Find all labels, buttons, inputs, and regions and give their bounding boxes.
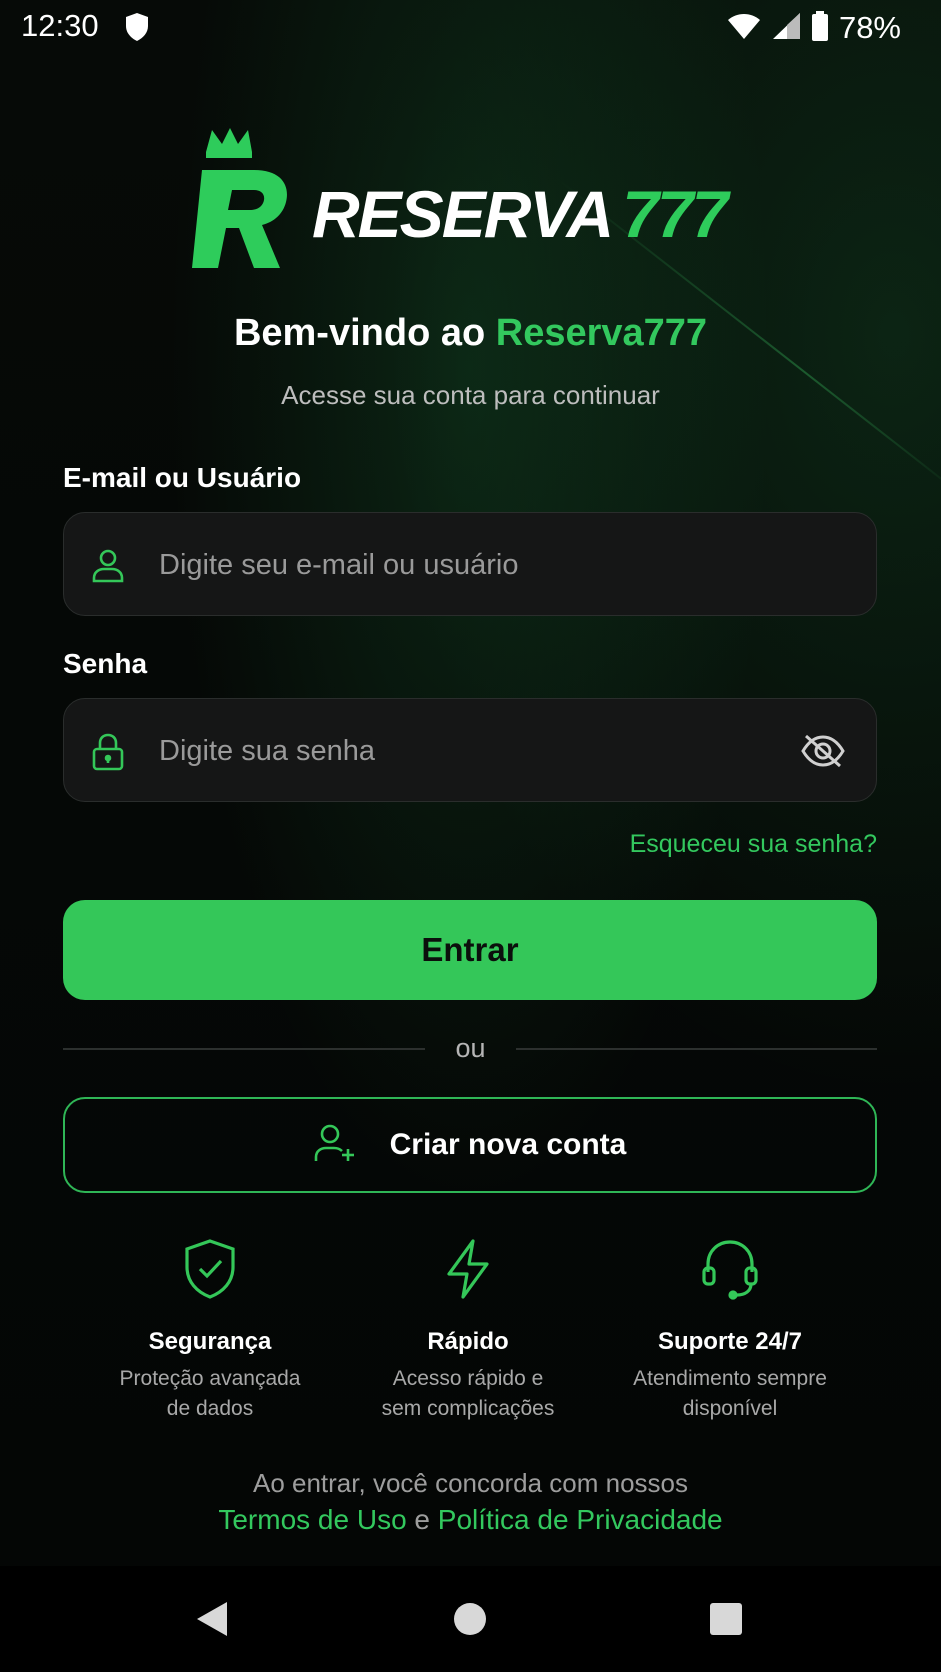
feature-desc-line: Atendimento sempre (633, 1367, 827, 1390)
email-label: E-mail ou Usuário (63, 462, 302, 493)
feature-description: Atendimento sempre disponível (600, 1364, 860, 1424)
logo-r-mark (192, 128, 287, 268)
feature-title: Segurança (148, 1328, 272, 1355)
battery-icon (811, 10, 829, 46)
brand-logo: RESERVA 777 (182, 128, 762, 278)
password-label: Senha (63, 648, 148, 679)
system-nav-bar (0, 1566, 941, 1672)
login-button-label: Entrar (421, 931, 519, 968)
welcome-subtitle: Acesse sua conta para continuar (281, 380, 660, 410)
login-button[interactable]: Entrar (63, 900, 877, 1000)
feature-desc-line: Acesso rápido e (392, 1367, 544, 1390)
user-plus-icon (314, 1123, 356, 1168)
password-field-box[interactable] (63, 698, 877, 803)
logo-word: RESERVA (312, 177, 614, 251)
privacy-policy-link[interactable]: Política de Privacidade (438, 1504, 723, 1535)
user-icon (90, 547, 126, 588)
welcome-heading: Bem-vindo ao Reserva777 (0, 312, 941, 355)
recents-icon (710, 1603, 742, 1635)
feature-security: Segurança Proteção avançada de dados (80, 1238, 340, 1424)
status-bar: 12:30 78% (0, 0, 941, 56)
back-icon (197, 1602, 227, 1636)
terms-links: Termos de Uso e Política de Privacidade (0, 1504, 941, 1536)
terms-connector: e (406, 1504, 438, 1535)
login-screen: 12:30 78% RESERVA 777 Bem-vindo ao Reser… (0, 0, 941, 1672)
feature-desc-line: de dados (166, 1397, 254, 1420)
feature-fast: Rápido Acesso rápido e sem complicações (338, 1238, 598, 1424)
home-icon (454, 1603, 486, 1635)
create-account-button[interactable]: Criar nova conta (63, 1097, 877, 1193)
status-time: 12:30 (21, 8, 99, 43)
email-field-box[interactable] (63, 512, 877, 617)
shield-check-icon (185, 1239, 235, 1299)
feature-desc-line: Proteção avançada (119, 1367, 301, 1390)
feature-desc-line: sem complicações (381, 1397, 555, 1420)
back-button[interactable] (172, 1566, 252, 1672)
feature-support: Suporte 24/7 Atendimento sempre disponív… (600, 1238, 860, 1424)
welcome-brand: Reserva777 (495, 312, 708, 354)
feature-title: Suporte 24/7 (657, 1328, 803, 1355)
forgot-password-link[interactable]: Esqueceu sua senha? (630, 830, 877, 859)
signal-icon (771, 12, 801, 45)
lock-icon (90, 733, 126, 776)
feature-desc-line: disponível (682, 1397, 778, 1420)
terms-of-use-link[interactable]: Termos de Uso (218, 1504, 406, 1535)
logo-number: 777 (622, 177, 728, 251)
welcome-prefix: Bem-vindo ao (233, 312, 496, 354)
logo-wordmark: RESERVA 777 (312, 176, 728, 252)
feature-title: Rápido (427, 1328, 509, 1355)
wifi-icon (727, 12, 761, 45)
eye-off-icon[interactable] (800, 733, 846, 774)
feature-description: Proteção avançada de dados (80, 1364, 340, 1424)
email-input[interactable] (157, 513, 761, 617)
battery-percent: 78% (838, 10, 901, 45)
headset-icon (702, 1240, 758, 1300)
crown-icon (206, 128, 252, 152)
feature-description: Acesso rápido e sem complicações (338, 1364, 598, 1424)
terms-notice: Ao entrar, você concorda com nossos (252, 1468, 688, 1498)
password-input[interactable] (157, 699, 761, 803)
shield-icon (124, 12, 150, 47)
lightning-icon (447, 1239, 489, 1299)
status-indicators: 78% (727, 10, 901, 46)
home-button[interactable] (430, 1566, 510, 1672)
create-account-label: Criar nova conta (389, 1128, 627, 1161)
recents-button[interactable] (686, 1566, 766, 1672)
divider-text: ou (455, 1033, 486, 1063)
